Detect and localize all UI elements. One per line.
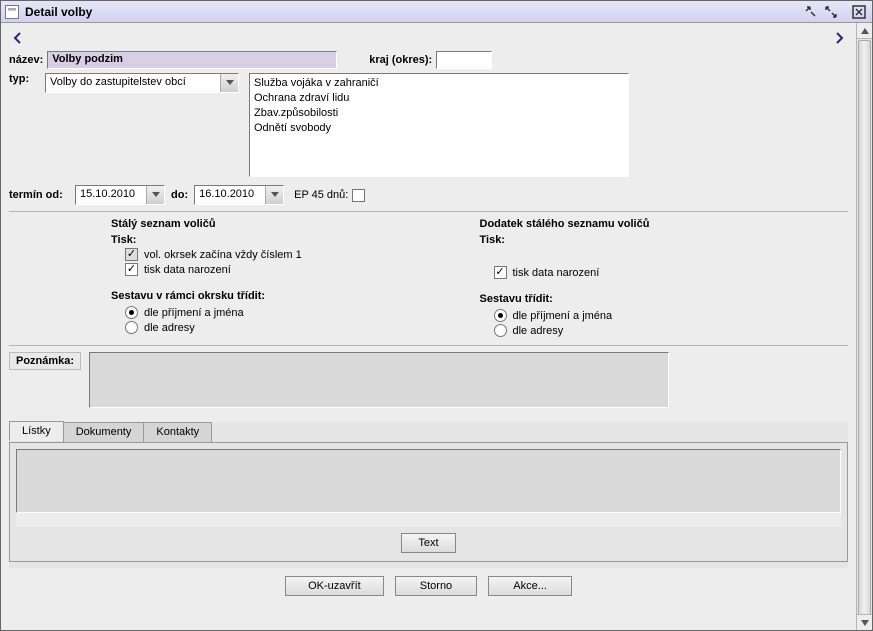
- okrsek-start-1-label: vol. okrsek začína vždy číslem 1: [144, 249, 302, 261]
- titlebar: Detail volby: [1, 1, 872, 23]
- print-birthdate-checkbox[interactable]: ✓: [494, 266, 507, 279]
- tisk-label: Tisk:: [111, 234, 480, 246]
- separator: [9, 345, 848, 346]
- sort-heading: Sestavu třídit:: [480, 293, 849, 305]
- term-from-value: 15.10.2010: [76, 186, 146, 204]
- list-item[interactable]: Služba vojáka v zahraničí: [254, 76, 624, 91]
- sort-by-address-radio[interactable]: [125, 321, 138, 334]
- ep-checkbox[interactable]: [352, 189, 365, 202]
- region-label: kraj (okres):: [369, 54, 432, 66]
- list-item[interactable]: Ochrana zdraví lidu: [254, 91, 624, 106]
- chevron-down-icon[interactable]: [220, 74, 238, 92]
- term-to-label: do:: [171, 189, 188, 201]
- permanent-list-column: Stálý seznam voličů Tisk: ✓ vol. okrsek …: [111, 218, 480, 339]
- tab-listky[interactable]: Lístky: [9, 421, 64, 441]
- type-dropdown-value: Volby do zastupitelstev obcí: [46, 74, 220, 92]
- tab-kontakty[interactable]: Kontakty: [143, 422, 212, 442]
- sort-by-name-label: dle příjmení a jména: [144, 307, 244, 319]
- maximize-in-icon[interactable]: [802, 4, 820, 20]
- actions-button[interactable]: Akce...: [488, 576, 572, 596]
- print-birthdate-checkbox[interactable]: ✓: [125, 263, 138, 276]
- print-birthdate-label: tisk data narození: [513, 267, 600, 279]
- prev-record-icon[interactable]: [9, 29, 27, 47]
- chevron-down-icon[interactable]: [265, 186, 283, 204]
- okrsek-start-1-checkbox: ✓: [125, 248, 138, 261]
- tab-panel: [16, 449, 841, 527]
- ok-close-button[interactable]: OK-uzavřít: [285, 576, 384, 596]
- sort-by-name-radio[interactable]: [125, 306, 138, 319]
- separator: [9, 211, 848, 212]
- maximize-out-icon[interactable]: [822, 4, 840, 20]
- reasons-listbox[interactable]: Služba vojáka v zahraničí Ochrana zdraví…: [249, 73, 629, 177]
- name-input[interactable]: Volby podzim: [47, 51, 337, 69]
- next-record-icon[interactable]: [830, 29, 848, 47]
- permanent-list-heading: Stálý seznam voličů: [111, 218, 480, 230]
- window-title: Detail volby: [25, 5, 800, 19]
- text-button[interactable]: Text: [401, 533, 455, 553]
- sort-heading: Sestavu v rámci okrsku třídit:: [111, 290, 480, 302]
- tabs-container: Lístky Dokumenty Kontakty Text: [9, 422, 848, 568]
- sort-by-address-label: dle adresy: [144, 322, 195, 334]
- list-item[interactable]: Odnětí svobody: [254, 121, 624, 136]
- sort-by-address-radio[interactable]: [494, 324, 507, 337]
- type-dropdown[interactable]: Volby do zastupitelstev obcí: [45, 73, 239, 93]
- sort-by-address-label: dle adresy: [513, 325, 564, 337]
- addendum-list-column: Dodatek stálého seznamu voličů Tisk: ✓ t…: [480, 218, 849, 339]
- name-label: název:: [9, 54, 43, 66]
- scroll-up-icon[interactable]: [857, 23, 872, 39]
- scroll-down-icon[interactable]: [857, 614, 872, 630]
- ep-label: EP 45 dnů:: [294, 189, 348, 201]
- vertical-scrollbar[interactable]: [856, 23, 872, 630]
- term-to-field[interactable]: 16.10.2010: [194, 185, 284, 205]
- sort-by-name-label: dle příjmení a jména: [513, 310, 613, 322]
- print-birthdate-label: tisk data narození: [144, 264, 231, 276]
- close-icon[interactable]: [850, 4, 868, 20]
- term-to-value: 16.10.2010: [195, 186, 265, 204]
- tab-dokumenty[interactable]: Dokumenty: [63, 422, 145, 442]
- scroll-thumb[interactable]: [858, 40, 871, 630]
- list-item[interactable]: Zbav.způsobilosti: [254, 106, 624, 121]
- window-app-icon: [5, 5, 19, 19]
- addendum-heading: Dodatek stálého seznamu voličů: [480, 218, 849, 230]
- type-label: typ:: [9, 73, 41, 85]
- tab-content-area[interactable]: [16, 449, 841, 513]
- term-from-field[interactable]: 15.10.2010: [75, 185, 165, 205]
- cancel-button[interactable]: Storno: [395, 576, 477, 596]
- detail-volby-window: Detail volby název: Volby: [0, 0, 873, 631]
- sort-by-name-radio[interactable]: [494, 309, 507, 322]
- region-input[interactable]: [436, 51, 492, 69]
- term-from-label: termín od:: [9, 189, 71, 201]
- note-label: Poznámka:: [9, 352, 81, 370]
- note-textarea[interactable]: [89, 352, 669, 408]
- chevron-down-icon[interactable]: [146, 186, 164, 204]
- tisk-label: Tisk:: [480, 234, 849, 246]
